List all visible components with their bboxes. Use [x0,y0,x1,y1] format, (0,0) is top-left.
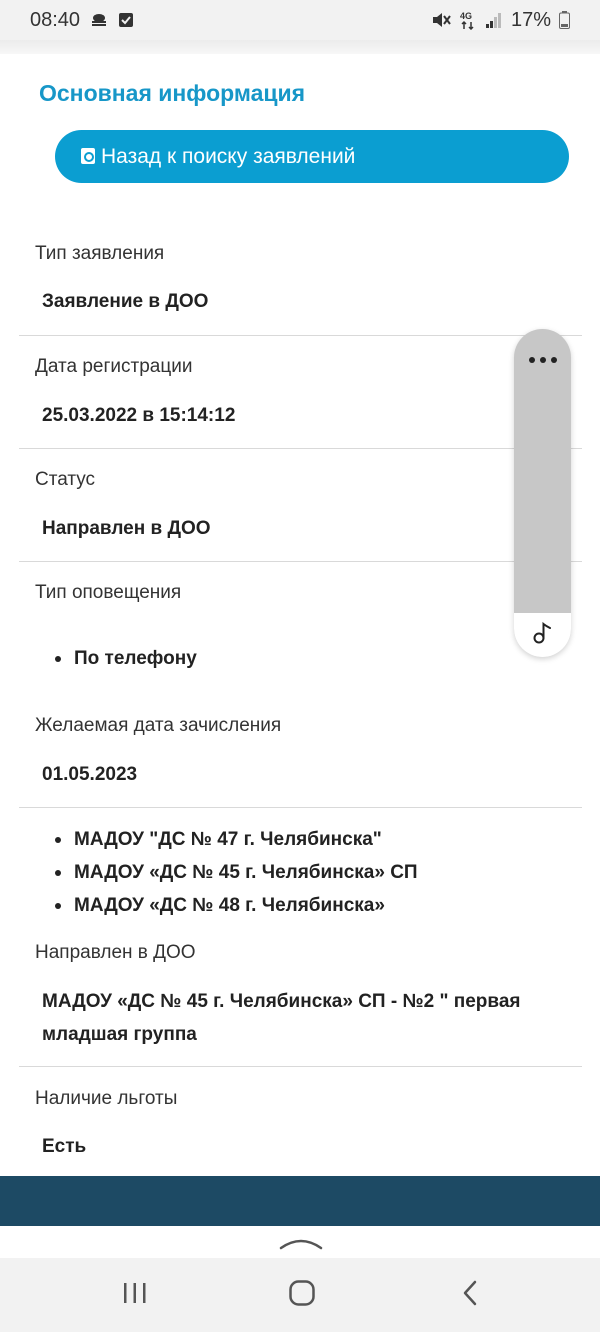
home-icon [288,1279,316,1312]
list-item: МАДОУ "ДС № 47 г. Челябинска" [55,823,418,856]
divider [19,335,582,336]
home-button[interactable] [262,1258,342,1332]
desired-date-label: Желаемая дата зачисления [35,715,282,736]
mute-icon [431,11,451,29]
status-time: 08:40 [30,8,81,31]
status-bar: 08:40 4G 17% [0,0,600,40]
system-navigation-bar [0,1258,600,1332]
status-value: Направлен в ДОО [42,518,211,539]
recent-apps-icon [122,1281,148,1310]
directed-to-value: МАДОУ «ДС № 45 г. Челябинска» СП - №2 " … [42,991,521,1045]
footer-band [0,1176,600,1226]
registration-date-value: 25.03.2022 в 15:14:12 [42,405,236,426]
divider [19,1066,582,1067]
divider [19,561,582,562]
back-icon [461,1279,479,1312]
status-label: Статус [35,469,96,490]
notification-type-list: По телефону [55,642,197,675]
search-document-icon [81,147,95,164]
battery-percent: 17% [510,8,551,31]
signal-icon [485,12,503,28]
directed-to-label: Направлен в ДОО [35,942,196,963]
back-to-search-button[interactable]: Назад к поиску заявлений [55,130,569,183]
list-item: МАДОУ «ДС № 48 г. Челябинска» [55,889,418,922]
checkbox-notification-icon [118,12,134,28]
chevron-up-icon [279,1239,323,1250]
benefits-label: Наличие льготы [35,1088,178,1109]
weather-icon [90,13,108,27]
more-dots-icon[interactable] [514,349,571,364]
preferred-doo-list: МАДОУ "ДС № 47 г. Челябинска" МАДОУ «ДС … [55,823,418,922]
svg-text:4G: 4G [460,11,472,21]
section-title: Основная информация [39,80,306,106]
list-item: По телефону [55,642,197,675]
network-4g-icon: 4G [459,10,477,30]
benefits-value: Есть [42,1136,87,1157]
music-note-icon [532,621,554,650]
application-type-value: Заявление в ДОО [42,291,209,312]
notification-type-label: Тип оповещения [35,582,182,603]
list-item: МАДОУ «ДС № 45 г. Челябинска» СП [55,856,418,889]
bottom-sheet-handle[interactable] [0,1226,600,1258]
status-bar-shadow [0,40,600,54]
divider [19,448,582,449]
application-type-label: Тип заявления [35,243,165,264]
registration-date-label: Дата регистрации [35,356,193,377]
back-button[interactable] [430,1258,510,1332]
battery-icon [559,11,570,29]
back-to-search-label: Назад к поиску заявлений [101,144,356,168]
floating-side-panel[interactable] [514,329,571,657]
divider [19,807,582,808]
desired-date-value: 01.05.2023 [42,764,138,785]
music-note-button[interactable] [514,613,571,657]
recent-apps-button[interactable] [95,1258,175,1332]
